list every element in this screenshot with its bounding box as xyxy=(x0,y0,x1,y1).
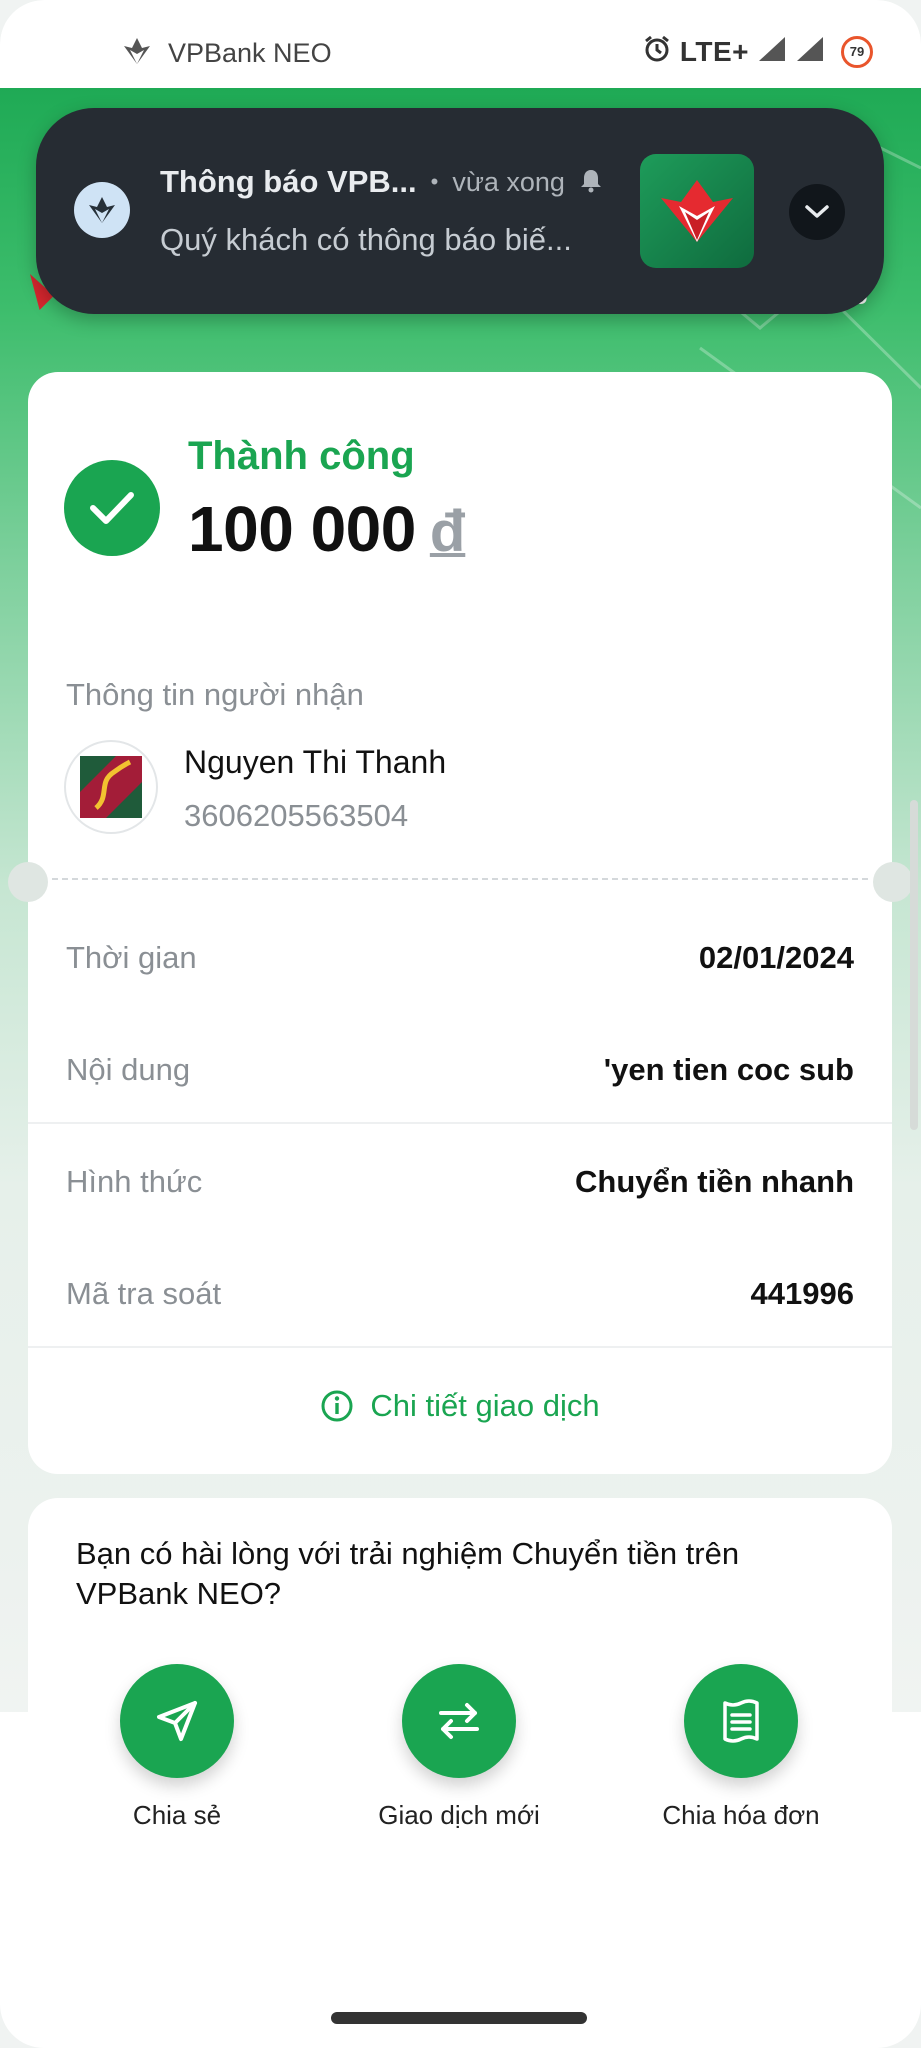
detail-row-time: Thời gian 02/01/2024 xyxy=(66,940,854,976)
detail-value: Chuyển tiền nhanh xyxy=(575,1164,854,1199)
notification-body: Quý khách có thông báo biế... xyxy=(160,222,572,257)
scrollbar[interactable] xyxy=(910,800,918,1130)
transaction-result-card: Thành công 100 000 đ Thông tin người nhậ… xyxy=(28,372,892,1474)
notification-time: vừa xong xyxy=(452,166,565,197)
ticket-separator xyxy=(52,878,868,880)
vpbank-logo-icon xyxy=(120,36,154,71)
signal-icon-secondary xyxy=(795,35,825,68)
row-divider xyxy=(28,1346,892,1348)
notification-header: Thông báo VPB... • vừa xong xyxy=(160,164,603,200)
transaction-status: Thành công xyxy=(188,434,415,478)
recipient-section-label: Thông tin người nhận xyxy=(66,677,364,712)
status-app-name: VPBank NEO xyxy=(168,38,332,68)
notification-title: Thông báo VPB... xyxy=(160,164,417,199)
notification-app-icon xyxy=(74,182,130,238)
notification-thumbnail xyxy=(640,154,754,268)
ticket-notch-right xyxy=(873,862,913,902)
vpbank-logo-icon xyxy=(661,180,733,242)
row-divider xyxy=(28,1122,892,1124)
share-action[interactable]: Chia sẻ xyxy=(77,1664,277,1831)
home-indicator[interactable] xyxy=(331,2012,587,2024)
new-transaction-button[interactable] xyxy=(402,1664,516,1778)
split-bill-button[interactable] xyxy=(684,1664,798,1778)
detail-value: 02/01/2024 xyxy=(698,940,854,975)
new-transaction-action[interactable]: Giao dịch mới xyxy=(359,1664,559,1831)
swap-arrows-icon xyxy=(439,1703,479,1739)
detail-row-trace-code: Mã tra soát 441996 xyxy=(66,1276,854,1312)
share-send-icon xyxy=(157,1701,197,1741)
phone-screen: VPBank NEO LTE+ 79 g xyxy=(0,0,921,2048)
status-bar: VPBank NEO LTE+ 79 xyxy=(0,0,921,88)
split-bill-label: Chia hóa đơn xyxy=(662,1800,820,1830)
currency-symbol: đ xyxy=(429,499,466,564)
recipient-name: Nguyen Thi Thanh xyxy=(184,744,447,780)
transaction-detail-link-label: Chi tiết giao dịch xyxy=(370,1388,600,1423)
chevron-down-icon xyxy=(805,205,829,218)
bell-icon xyxy=(579,167,603,198)
status-indicators: LTE+ 79 xyxy=(642,34,873,69)
detail-label: Hình thức xyxy=(66,1164,203,1199)
transaction-amount: 100 000 xyxy=(188,493,416,565)
transaction-detail-link[interactable]: Chi tiết giao dịch xyxy=(28,1388,892,1424)
detail-row-method: Hình thức Chuyển tiền nhanh xyxy=(66,1164,854,1200)
recipient-bank-logo xyxy=(64,740,158,834)
split-bill-action[interactable]: Chia hóa đơn xyxy=(641,1664,841,1831)
status-app-indicator: VPBank NEO xyxy=(120,36,332,71)
receipt-icon xyxy=(723,1699,759,1743)
success-check-icon xyxy=(64,460,160,556)
feedback-question: Bạn có hài lòng với trải nghiệm Chuyển t… xyxy=(76,1536,740,1611)
detail-value: 441996 xyxy=(750,1276,854,1311)
notification-banner[interactable]: Thông báo VPB... • vừa xong Quý khách có… xyxy=(36,108,884,314)
signal-icon xyxy=(757,35,787,68)
share-label: Chia sẻ xyxy=(132,1800,222,1830)
alarm-icon xyxy=(642,34,672,69)
info-icon xyxy=(321,1390,353,1422)
detail-label: Mã tra soát xyxy=(66,1276,222,1311)
notification-separator: • xyxy=(430,169,439,194)
battery-indicator: 79 xyxy=(841,35,873,68)
detail-label: Thời gian xyxy=(66,940,197,975)
new-transaction-label: Giao dịch mới xyxy=(378,1800,540,1830)
recipient-account-number: 3606205563504 xyxy=(184,798,409,833)
bank-logo-icon xyxy=(80,756,142,818)
network-type: LTE+ xyxy=(679,35,749,67)
transaction-amount-row: 100 000 đ xyxy=(188,492,465,566)
share-button[interactable] xyxy=(120,1664,234,1778)
bottom-action-bar: Chia sẻ Giao dịch mới Chia hóa đơn xyxy=(0,1664,921,2048)
ticket-notch-left xyxy=(8,862,48,902)
notification-expand-button[interactable] xyxy=(789,184,845,240)
detail-label: Nội dung xyxy=(66,1052,191,1087)
detail-row-content: Nội dung 'yen tien coc sub xyxy=(66,1052,854,1088)
detail-value: 'yen tien coc sub xyxy=(603,1052,854,1087)
